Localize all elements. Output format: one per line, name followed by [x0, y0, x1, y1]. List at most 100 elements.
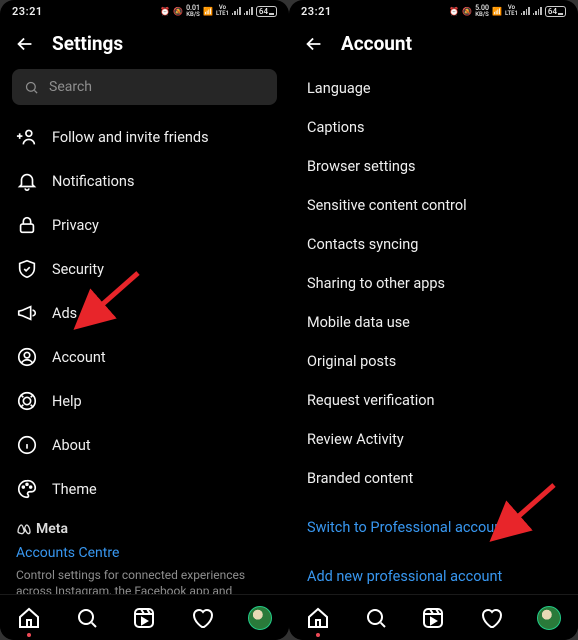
settings-list: Follow and invite friends Notifications … — [0, 115, 289, 594]
row-label: Branded content — [307, 470, 413, 487]
battery-indicator: 64 — [545, 6, 566, 17]
nav-profile[interactable] — [247, 605, 273, 631]
nav-activity[interactable] — [478, 605, 504, 631]
row-review-activity[interactable]: Review Activity — [289, 420, 578, 459]
person-add-icon — [16, 126, 38, 148]
palette-icon — [16, 478, 38, 500]
bottom-nav — [0, 594, 289, 640]
row-about[interactable]: About — [0, 423, 289, 467]
nav-search[interactable] — [74, 605, 100, 631]
search-input[interactable]: Search — [12, 69, 277, 105]
nav-home[interactable] — [16, 605, 42, 631]
home-icon — [306, 606, 330, 630]
row-label: Mobile data use — [307, 314, 410, 331]
row-browser-settings[interactable]: Browser settings — [289, 147, 578, 186]
dnd-icon: 🔕 — [173, 7, 183, 16]
row-label: Review Activity — [307, 431, 404, 448]
row-notifications[interactable]: Notifications — [0, 159, 289, 203]
row-theme[interactable]: Theme — [0, 467, 289, 511]
dnd-icon: 🔕 — [462, 7, 472, 16]
header: Settings — [0, 22, 289, 69]
heart-icon — [479, 606, 503, 630]
alarm-icon: ⏰ — [449, 7, 459, 16]
notification-dot — [316, 633, 320, 637]
back-button[interactable] — [303, 33, 325, 55]
megaphone-icon — [16, 302, 38, 324]
profile-avatar — [537, 606, 561, 630]
signal-icon — [232, 7, 241, 15]
row-contacts-syncing[interactable]: Contacts syncing — [289, 225, 578, 264]
meta-section: Meta Accounts Centre Control settings fo… — [0, 511, 289, 594]
nav-reels[interactable] — [420, 605, 446, 631]
net-speed: 5.00KB/S — [475, 5, 489, 18]
switch-professional-link[interactable]: Switch to Professional account — [289, 508, 578, 547]
row-label: Notifications — [52, 173, 134, 190]
wifi-icon: 📶 — [492, 7, 502, 16]
notification-dot — [27, 633, 31, 637]
page-title: Account — [341, 32, 412, 55]
row-privacy[interactable]: Privacy — [0, 203, 289, 247]
row-language[interactable]: Language — [289, 69, 578, 108]
row-branded-content[interactable]: Branded content — [289, 459, 578, 498]
net-speed: 0.01KB/S — [186, 5, 200, 18]
row-original-posts[interactable]: Original posts — [289, 342, 578, 381]
search-icon — [364, 606, 388, 630]
add-professional-link[interactable]: Add new professional account — [289, 557, 578, 594]
row-label: Theme — [52, 481, 97, 498]
row-label: Request verification — [307, 392, 435, 409]
row-security[interactable]: Security — [0, 247, 289, 291]
page-title: Settings — [52, 32, 123, 55]
search-icon — [24, 80, 39, 95]
nav-profile[interactable] — [536, 605, 562, 631]
signal-icon-2 — [533, 7, 542, 15]
header: Account — [289, 22, 578, 69]
row-label: Sharing to other apps — [307, 275, 445, 292]
row-account[interactable]: Account — [0, 335, 289, 379]
row-captions[interactable]: Captions — [289, 108, 578, 147]
accounts-centre-link[interactable]: Accounts Centre — [16, 537, 273, 567]
row-ads[interactable]: Ads — [0, 291, 289, 335]
alarm-icon: ⏰ — [160, 7, 170, 16]
row-label: Security — [52, 261, 104, 278]
info-icon — [16, 434, 38, 456]
row-label: Language — [307, 80, 371, 97]
row-sharing-apps[interactable]: Sharing to other apps — [289, 264, 578, 303]
row-label: Help — [52, 393, 82, 410]
row-label: Sensitive content control — [307, 197, 467, 214]
nav-activity[interactable] — [189, 605, 215, 631]
wifi-icon: 📶 — [203, 7, 213, 16]
search-icon — [75, 606, 99, 630]
row-follow-invite[interactable]: Follow and invite friends — [0, 115, 289, 159]
heart-icon — [190, 606, 214, 630]
row-label: Follow and invite friends — [52, 129, 209, 146]
volte-icon: VoLTE1 — [216, 5, 229, 17]
row-label: Original posts — [307, 353, 396, 370]
row-label: Captions — [307, 119, 365, 136]
nav-home[interactable] — [305, 605, 331, 631]
row-label: Privacy — [52, 217, 99, 234]
lock-icon — [16, 214, 38, 236]
status-time: 23:21 — [301, 5, 332, 18]
row-mobile-data[interactable]: Mobile data use — [289, 303, 578, 342]
volte-icon: VoLTE1 — [505, 5, 518, 17]
status-bar: 23:21 ⏰ 🔕 5.00KB/S 📶 VoLTE1 64 — [289, 0, 578, 22]
status-time: 23:21 — [12, 5, 43, 18]
nav-reels[interactable] — [131, 605, 157, 631]
row-sensitive-content[interactable]: Sensitive content control — [289, 186, 578, 225]
phone-account: 23:21 ⏰ 🔕 5.00KB/S 📶 VoLTE1 64 Account L… — [289, 0, 578, 640]
row-label: Browser settings — [307, 158, 415, 175]
row-help[interactable]: Help — [0, 379, 289, 423]
row-label: About — [52, 437, 91, 454]
battery-indicator: 64 — [256, 6, 277, 17]
profile-avatar — [248, 606, 272, 630]
shield-icon — [16, 258, 38, 280]
phone-settings: 23:21 ⏰ 🔕 0.01KB/S 📶 VoLTE1 64 Settings … — [0, 0, 289, 640]
back-button[interactable] — [14, 33, 36, 55]
nav-search[interactable] — [363, 605, 389, 631]
reels-icon — [421, 606, 445, 630]
status-right: ⏰ 🔕 0.01KB/S 📶 VoLTE1 64 — [160, 5, 277, 18]
row-request-verification[interactable]: Request verification — [289, 381, 578, 420]
meta-icon — [16, 521, 32, 537]
signal-icon — [521, 7, 530, 15]
bottom-nav — [289, 594, 578, 640]
